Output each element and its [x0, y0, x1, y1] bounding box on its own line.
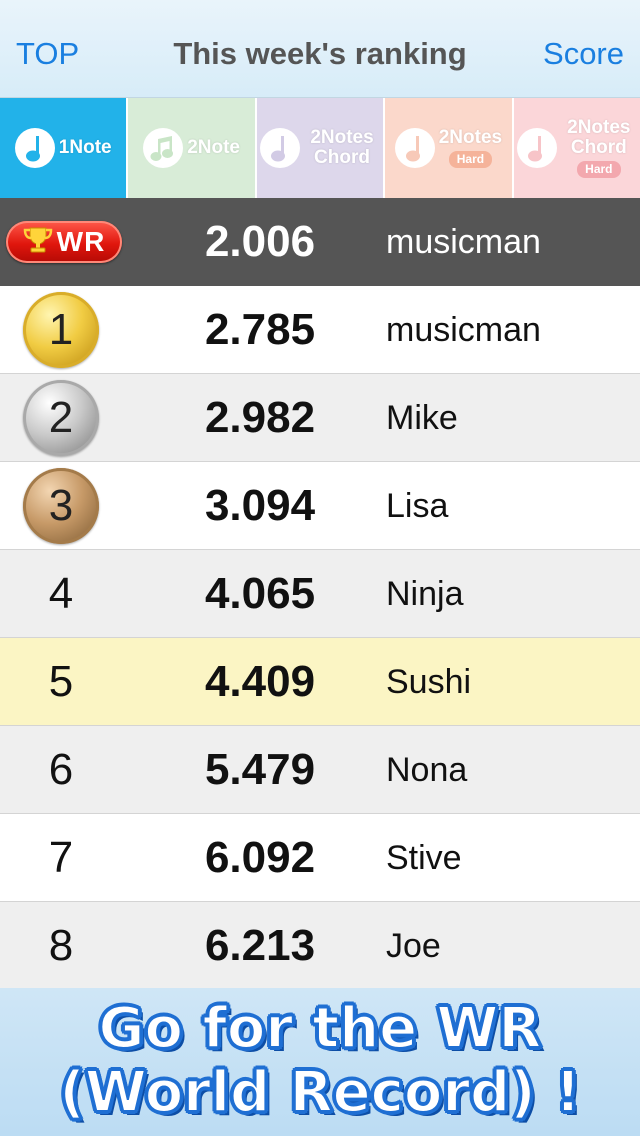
single-note-icon — [14, 128, 55, 168]
score: 3.094 — [204, 481, 316, 530]
table-row: 2 2.982 Mike — [0, 374, 640, 462]
tab-1note[interactable]: 1Note — [0, 98, 129, 198]
rank-number: 4 — [48, 569, 74, 618]
world-record-row: WR 2.006 musicman — [0, 198, 640, 286]
wr-score: 2.006 — [204, 217, 316, 266]
promo-subline: (World Record) ! — [58, 1059, 581, 1126]
player-name: Joe — [386, 927, 441, 965]
single-note-icon — [394, 128, 435, 168]
rank-number: 8 — [48, 921, 74, 970]
rank-number: 3 — [48, 481, 74, 530]
table-row-current-user: 5 4.409 Sushi — [0, 638, 640, 726]
tab-2note[interactable]: 2Note — [128, 98, 257, 198]
player-name: Ninja — [386, 575, 464, 613]
hard-badge: Hard — [448, 151, 493, 168]
top-button[interactable]: TOP — [16, 36, 79, 72]
tab-label: 2Notes Chord — [310, 127, 374, 168]
player-name: Sushi — [386, 663, 472, 701]
score: 2.982 — [204, 393, 316, 442]
ranking-list: WR 2.006 musicman 1 2.785 musicman 2 2.9… — [0, 198, 640, 990]
score: 6.213 — [204, 921, 316, 970]
nav-bar: TOP This week's ranking Score — [0, 0, 640, 98]
tab-2notes-hard[interactable]: 2Notes Hard — [385, 98, 514, 198]
rank-number: 6 — [48, 745, 74, 794]
double-note-icon — [143, 128, 184, 168]
table-row: 1 2.785 musicman — [0, 286, 640, 374]
tab-label: 2Notes — [438, 127, 503, 148]
table-row: 6 5.479 Nona — [0, 726, 640, 814]
score: 4.065 — [204, 569, 316, 618]
table-row: 8 6.213 Joe — [0, 902, 640, 990]
wr-label: WR — [56, 226, 106, 257]
hard-badge: Hard — [577, 161, 621, 178]
trophy-icon — [23, 226, 53, 259]
table-row: 3 3.094 Lisa — [0, 462, 640, 550]
tab-label: 2Notes Chord — [567, 117, 631, 158]
score: 5.479 — [204, 745, 316, 794]
tab-2notes-chord[interactable]: 2Notes Chord — [256, 98, 386, 198]
silver-medal-icon: 2 — [23, 380, 99, 456]
player-name: Stive — [386, 839, 462, 877]
tab-label: 1Note — [58, 137, 112, 158]
mode-tabs: 1Note 2Note 2Notes Chord 2Notes Hard 2No… — [0, 98, 640, 198]
score: 6.092 — [204, 833, 316, 882]
promo-headline: Go for the WR — [98, 995, 543, 1062]
single-note-icon — [260, 128, 301, 168]
player-name: Mike — [386, 399, 458, 437]
rank-number: 2 — [48, 393, 74, 442]
score: 4.409 — [204, 657, 316, 706]
score: 2.785 — [204, 305, 316, 354]
player-name: Nona — [386, 751, 468, 789]
table-row: 4 4.065 Ninja — [0, 550, 640, 638]
table-row: 7 6.092 Stive — [0, 814, 640, 902]
gold-medal-icon: 1 — [23, 292, 99, 368]
score-button[interactable]: Score — [543, 36, 624, 72]
rank-number: 1 — [48, 305, 74, 354]
rank-number: 5 — [48, 657, 74, 706]
tab-label: 2Note — [187, 137, 240, 158]
player-name: Lisa — [386, 487, 449, 525]
rank-number: 7 — [48, 833, 74, 882]
wr-badge: WR — [6, 221, 122, 263]
promo-banner: Go for the WR (World Record) ! — [0, 988, 640, 1136]
player-name: musicman — [386, 311, 541, 349]
bronze-medal-icon: 3 — [23, 468, 99, 544]
wr-player-name: musicman — [386, 223, 541, 261]
single-note-icon — [516, 128, 557, 168]
tab-2notes-chord-hard[interactable]: 2Notes Chord Hard — [513, 98, 640, 198]
